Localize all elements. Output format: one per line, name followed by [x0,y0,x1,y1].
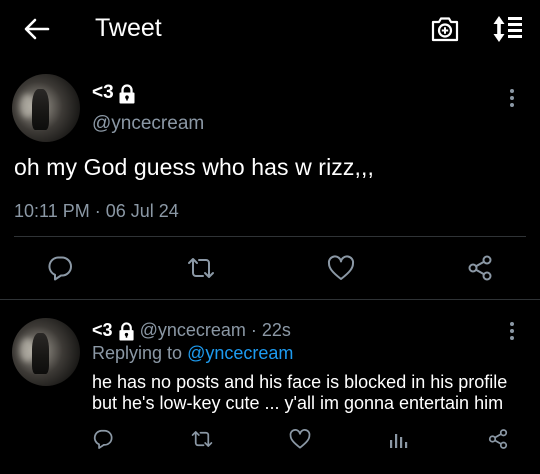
divider [14,236,526,237]
camera-add-icon [431,17,459,42]
divider [0,299,540,300]
replying-mention[interactable]: @yncecream [187,343,293,363]
reply-reply-button[interactable] [92,428,114,450]
reply-display-name[interactable]: <3 [92,320,113,340]
reply-avatar[interactable] [12,318,80,386]
more-options-button[interactable] [507,87,517,109]
tweet-date: 06 Jul 24 [105,201,179,221]
reply-header: <3 @yncecream · 22s [92,320,291,341]
reply-handle[interactable]: @yncecream [140,320,246,340]
more-vertical-icon [510,89,514,107]
camera-button[interactable] [430,14,460,44]
reply-icon [93,429,113,449]
retweet-icon [188,258,214,278]
tweet-author[interactable]: <3 [92,82,136,104]
avatar-figure [32,332,49,374]
tweet-time: 10:11 PM [14,201,90,221]
reply-text-line: he has no posts and his face is blocked … [92,372,508,392]
sort-button[interactable] [492,13,526,45]
reply-share-button[interactable] [487,428,509,450]
reply-more-options-button[interactable] [507,320,517,342]
reply-button[interactable] [46,254,74,282]
more-vertical-icon [510,322,514,340]
display-name: <3 [92,82,114,103]
user-handle[interactable]: @yncecream [92,113,204,135]
arrow-left-icon [24,18,50,40]
back-button[interactable] [22,14,52,44]
lock-icon [118,322,135,341]
reply-retweet-button[interactable] [190,428,214,450]
tweet-text: oh my God guess who has w rizz,,, [14,154,374,180]
share-button[interactable] [466,254,494,282]
sort-list-icon [493,16,522,42]
share-icon [488,429,508,449]
retweet-icon [191,431,213,447]
reply-views-button[interactable] [388,428,408,450]
tweet-timestamp: 10:11 PM · 06 Jul 24 [14,201,179,222]
avatar[interactable] [12,74,80,142]
reply-age: 22s [261,320,291,340]
views-icon [390,434,408,448]
like-icon [327,255,355,280]
replying-label: Replying to [92,343,183,363]
avatar-figure [32,88,49,130]
reply-separator: · [250,320,257,340]
replying-to: Replying to @yncecream [92,343,293,364]
reply-text: he has no posts and his face is blocked … [92,372,532,414]
lock-icon [118,84,136,104]
like-button[interactable] [326,254,356,282]
reply-like-button[interactable] [288,428,312,450]
retweet-button[interactable] [186,254,216,282]
reply-icon [48,256,72,281]
page-title: Tweet [95,14,162,42]
meta-separator: · [94,201,101,221]
like-icon [289,429,311,449]
reply-text-line: but he's low-key cute ... y'all im gonna… [92,393,504,413]
share-icon [468,255,492,281]
